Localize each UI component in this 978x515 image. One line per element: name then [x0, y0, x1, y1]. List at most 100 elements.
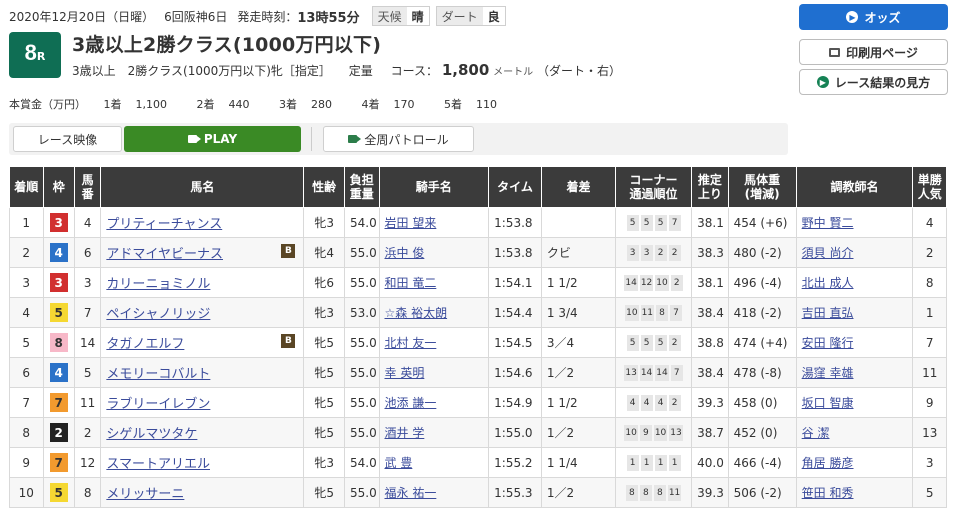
margin-value: 1 1/4 — [546, 455, 578, 470]
cell-horse[interactable]: メリッサーニ — [100, 477, 305, 508]
time-value: 1:54.5 — [494, 335, 533, 350]
corner-position: 11 — [640, 304, 655, 321]
horse-value[interactable]: アドマイヤビーナス — [106, 247, 223, 262]
last3f-value: 39.3 — [697, 485, 724, 500]
trainer-value[interactable]: 笹田 和秀 — [802, 486, 854, 500]
weight-value: 55.0 — [349, 245, 377, 260]
table-row: 5 8 14 タガノエルフ B 牝5 55.0 北村 友一 1:54.5 3／4 5 5 5 2 38.8 4… — [9, 327, 947, 358]
column-header-text: 馬名 — [190, 180, 215, 194]
prize-place: 5着 — [444, 98, 462, 111]
horse-value[interactable]: スマートアリエル — [106, 457, 210, 472]
weight-value: 54.0 — [349, 455, 377, 470]
cell-horse[interactable]: カリーニョミノル — [100, 267, 305, 298]
cell-trainer[interactable]: 吉田 直弘 — [795, 297, 914, 328]
horse-value[interactable]: シゲルマツタケ — [106, 427, 197, 442]
cell-jockey[interactable]: 浜中 俊 — [378, 237, 490, 268]
cell-last3f: 38.8 — [691, 327, 729, 358]
horse-value[interactable]: ラブリーイレブン — [106, 397, 210, 412]
horse-value[interactable]: タガノエルフ — [106, 337, 184, 352]
corner-position: 2 — [654, 244, 667, 261]
corner-position: 1 — [668, 454, 681, 471]
cell-jockey[interactable]: 武 豊 — [378, 447, 490, 478]
jockey-value[interactable]: ☆森 裕太朗 — [385, 306, 448, 320]
trainer-value[interactable]: 吉田 直弘 — [802, 306, 854, 320]
cell-waku: 7 — [42, 447, 75, 478]
cell-trainer[interactable]: 角居 勝彦 — [795, 447, 914, 478]
cell-jockey[interactable]: 酒井 学 — [378, 417, 490, 448]
cell-horse[interactable]: メモリーコバルト — [100, 357, 305, 388]
cell-sexage: 牝5 — [303, 417, 345, 448]
cell-waku: 7 — [42, 387, 75, 418]
cell-jockey[interactable]: 北村 友一 — [378, 327, 490, 358]
patrol-video-button[interactable]: 全周パトロール — [323, 126, 474, 152]
trainer-value[interactable]: 角居 勝彦 — [802, 456, 854, 470]
jockey-value[interactable]: 浜中 俊 — [385, 246, 425, 260]
cell-jockey[interactable]: 福永 祐一 — [378, 477, 490, 508]
cell-horse[interactable]: スマートアリエル — [100, 447, 305, 478]
cell-jockey[interactable]: 岩田 望来 — [378, 207, 490, 238]
trainer-value[interactable]: 野中 賢二 — [802, 216, 854, 230]
cell-pop: 1 — [912, 297, 947, 328]
cell-horse[interactable]: ペイシャノリッジ — [100, 297, 305, 328]
print-page-button[interactable]: 印刷用ページ — [799, 39, 948, 65]
jockey-value[interactable]: 岩田 望来 — [385, 216, 437, 230]
trainer-value[interactable]: 湯窪 幸雄 — [802, 366, 854, 380]
num-value: 2 — [83, 425, 92, 440]
cell-horse[interactable]: プリティーチャンス — [100, 207, 305, 238]
cell-jockey[interactable]: 和田 竜二 — [378, 267, 490, 298]
cell-horse[interactable]: ラブリーイレブン — [100, 387, 305, 418]
weight-value: 53.0 — [349, 305, 377, 320]
cell-waku: 3 — [42, 267, 75, 298]
waku-badge: 7 — [49, 453, 68, 472]
trainer-value[interactable]: 須貝 尚介 — [802, 246, 854, 260]
horse-value[interactable]: メモリーコバルト — [106, 367, 210, 382]
cell-jockey[interactable]: 幸 英明 — [378, 357, 490, 388]
cell-trainer[interactable]: 北出 成人 — [795, 267, 914, 298]
cell-jockey[interactable]: ☆森 裕太朗 — [378, 297, 490, 328]
cell-horse[interactable]: アドマイヤビーナス B — [100, 237, 305, 268]
waku-badge: 4 — [49, 363, 68, 382]
cell-trainer[interactable]: 笹田 和秀 — [795, 477, 914, 508]
corner-position: 4 — [640, 394, 653, 411]
cell-trainer[interactable]: 須貝 尚介 — [795, 237, 914, 268]
cell-trainer[interactable]: 湯窪 幸雄 — [795, 357, 914, 388]
jockey-value[interactable]: 福永 祐一 — [385, 486, 437, 500]
cell-trainer[interactable]: 谷 潔 — [795, 417, 914, 448]
jockey-value[interactable]: 酒井 学 — [385, 426, 425, 440]
jockey-value[interactable]: 北村 友一 — [385, 336, 437, 350]
margin-value: クビ — [546, 246, 571, 260]
horse-value[interactable]: プリティーチャンス — [106, 217, 222, 232]
cell-trainer[interactable]: 坂口 智康 — [795, 387, 914, 418]
jockey-value[interactable]: 和田 竜二 — [385, 276, 437, 290]
jockey-value[interactable]: 武 豊 — [385, 456, 413, 470]
trainer-value[interactable]: 坂口 智康 — [802, 396, 854, 410]
bodyweight-value: 466 (-4) — [733, 455, 782, 470]
trainer-value[interactable]: 北出 成人 — [802, 276, 854, 290]
rank-value: 6 — [22, 365, 31, 380]
jockey-value[interactable]: 幸 英明 — [385, 366, 425, 380]
cell-time: 1:55.0 — [488, 417, 542, 448]
cell-pop: 3 — [912, 447, 947, 478]
play-video-button[interactable]: PLAY — [124, 126, 301, 152]
horse-value[interactable]: メリッサーニ — [106, 487, 184, 502]
table-row: 4 5 7 ペイシャノリッジ 牝3 53.0 ☆森 裕太朗 1:54.4 1 3/4 10 11 8 7… — [9, 297, 947, 328]
cell-jockey[interactable]: 池添 謙一 — [378, 387, 490, 418]
column-header-pop: 単勝 人気 — [912, 166, 947, 208]
result-guide-button[interactable]: ▶ レース結果の見方 — [799, 69, 948, 95]
cell-sexage: 牝3 — [303, 447, 345, 478]
cell-last3f: 38.4 — [691, 357, 729, 388]
jockey-value[interactable]: 池添 謙一 — [385, 396, 437, 410]
cell-horse[interactable]: シゲルマツタケ — [100, 417, 305, 448]
table-row: 3 3 3 カリーニョミノル 牝6 55.0 和田 竜二 1:54.1 1 1/2 14 12 10 2… — [9, 267, 947, 298]
trainer-value[interactable]: 谷 潔 — [802, 426, 830, 440]
horse-value[interactable]: ペイシャノリッジ — [106, 307, 210, 322]
corner-position: 1 — [640, 454, 653, 471]
odds-button[interactable]: ▶ オッズ — [799, 4, 948, 30]
cell-weight: 55.0 — [343, 267, 380, 298]
cell-trainer[interactable]: 野中 賢二 — [795, 207, 914, 238]
trainer-value[interactable]: 安田 隆行 — [802, 336, 854, 350]
cell-trainer[interactable]: 安田 隆行 — [795, 327, 914, 358]
sexage-value: 牝5 — [314, 396, 334, 410]
cell-horse[interactable]: タガノエルフ B — [100, 327, 305, 358]
horse-value[interactable]: カリーニョミノル — [106, 277, 210, 292]
